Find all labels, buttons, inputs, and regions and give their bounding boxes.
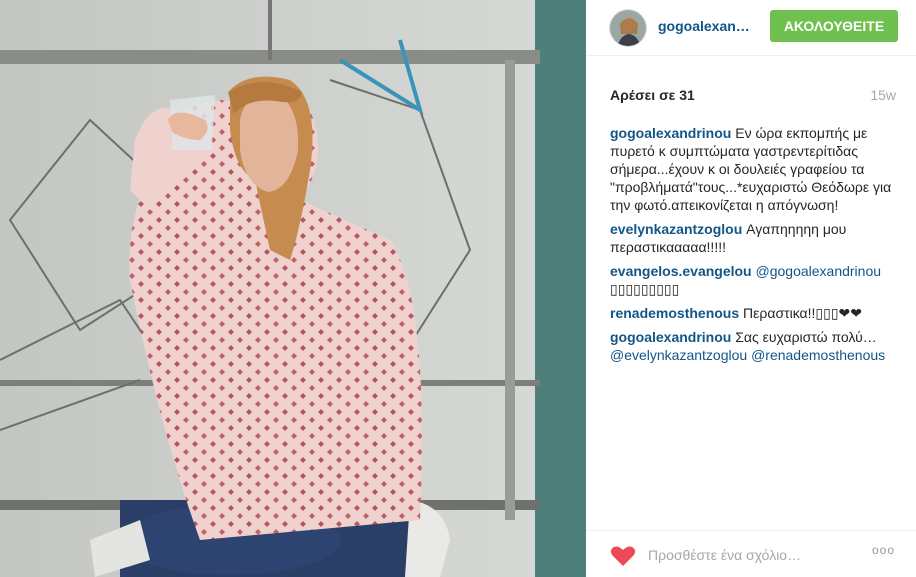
comment-text: ▯▯▯▯▯▯▯▯▯ [610, 281, 680, 297]
comment-username[interactable]: evelynkazantzoglou [610, 221, 742, 237]
username-link[interactable]: gogoalexan… [658, 18, 750, 34]
comment-mention[interactable]: @evelynkazantzoglou @renademosthenous [610, 347, 885, 363]
post-photo [0, 0, 586, 577]
comment-username[interactable]: evangelos.evangelou [610, 263, 752, 279]
post-timestamp[interactable]: 15w [870, 87, 896, 103]
comments-list: gogoalexandrinou Εν ώρα εκπομπής με πυρε… [610, 124, 902, 370]
comment: renademosthenous Περαστικα!!▯▯▯❤❤ [610, 304, 902, 322]
comment: evelynkazantzoglou Αγαπηηηηη μου περαστι… [610, 220, 902, 256]
avatar[interactable] [609, 9, 647, 47]
heart-icon[interactable] [610, 545, 636, 567]
comment: gogoalexandrinou Σας ευχαριστώ πολύ… @eve… [610, 328, 902, 364]
comment-username[interactable]: gogoalexandrinou [610, 329, 731, 345]
post-header: gogoalexan… ΑΚΟΛΟΥΘΕΙΤΕ [586, 0, 916, 56]
comment-username[interactable]: renademosthenous [610, 305, 739, 321]
likes-row: Αρέσει σε 31 15w [610, 87, 896, 107]
comment-input[interactable] [648, 545, 858, 565]
avatar-image [610, 10, 646, 46]
follow-button[interactable]: ΑΚΟΛΟΥΘΕΙΤΕ [770, 10, 898, 42]
comment: gogoalexandrinou Εν ώρα εκπομπής με πυρε… [610, 124, 902, 214]
comment-mention[interactable]: @gogoalexandrinou [752, 263, 881, 279]
likes-count[interactable]: Αρέσει σε 31 [610, 87, 695, 103]
comment-text: Σας ευχαριστώ πολύ… [731, 329, 877, 345]
comment-text: Περαστικα!!▯▯▯❤❤ [739, 305, 862, 321]
more-options-icon[interactable]: ooo [872, 543, 895, 557]
comment: evangelos.evangelou @gogoalexandrinou ▯▯… [610, 262, 902, 298]
comment-username[interactable]: gogoalexandrinou [610, 125, 731, 141]
post-footer: ooo [586, 530, 916, 577]
post-panel: gogoalexan… ΑΚΟΛΟΥΘΕΙΤΕ Αρέσει σε 31 15w… [586, 0, 916, 577]
